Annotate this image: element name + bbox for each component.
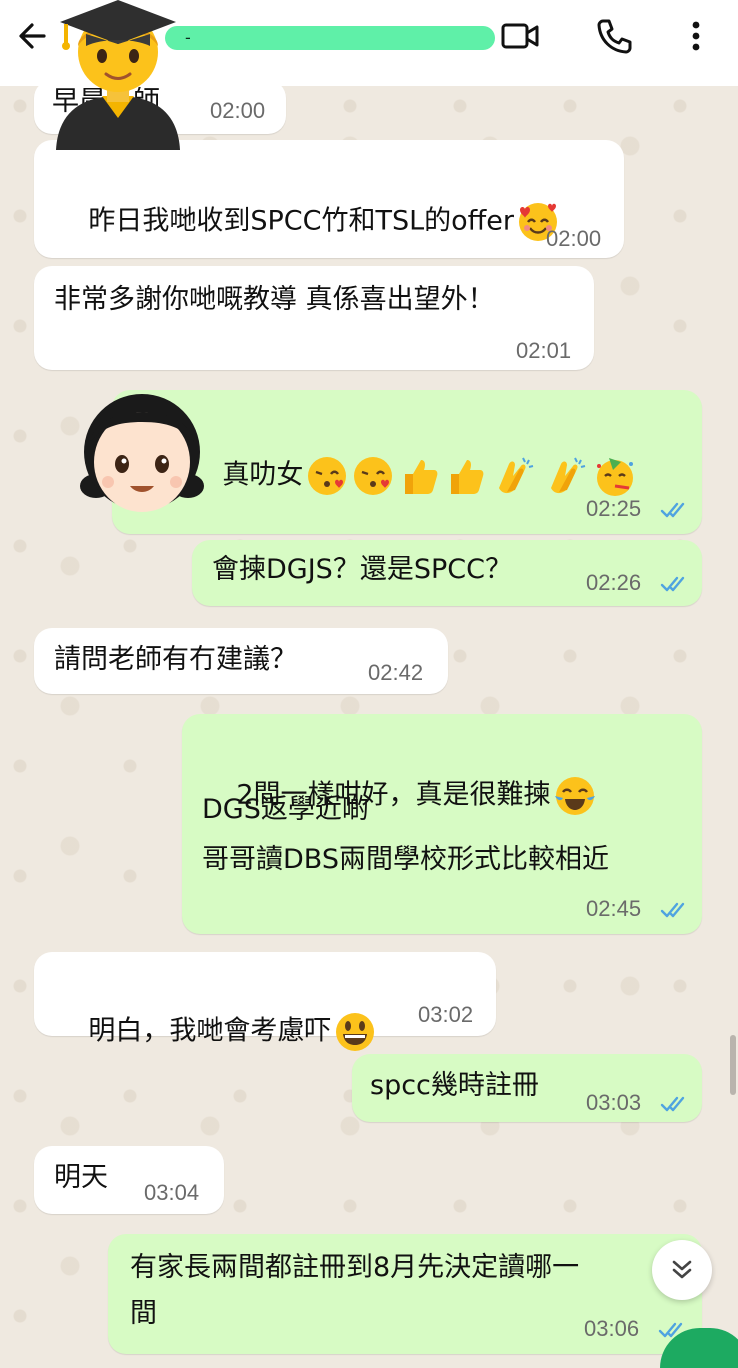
incoming-message[interactable]: 明白，我哋會考慮吓 03:02 [34, 952, 496, 1051]
message-time: 03:06 [584, 1316, 640, 1341]
message-text: 請問老師有冇建議？ [54, 644, 297, 675]
message-line: DGS返學近啲 [202, 794, 369, 825]
message-time: 02:42 [368, 660, 424, 685]
student-emoji-avatar [56, 0, 180, 150]
message-time: 03:02 [418, 1002, 474, 1027]
message-time: 02:01 [516, 338, 572, 363]
kissing-face-icon [308, 457, 347, 495]
message-text: 非常多謝你哋嘅教導 真係喜出望外！ [54, 284, 495, 315]
message-text: 明天 [54, 1162, 108, 1193]
incoming-message[interactable]: 非常多謝你哋嘅教導 真係喜出望外！ 02:01 [34, 266, 594, 370]
read-receipt-icon [660, 902, 685, 918]
thumbs-up-icon [451, 460, 484, 494]
message-time: 02:26 [586, 570, 642, 595]
outgoing-message[interactable]: 2間一樣咁好，真是很難揀 DGS返學近啲 哥哥讀DBS兩間學校形式比較相近 02… [182, 714, 702, 934]
incoming-message[interactable]: 請問老師有冇建議？ 02:42 [34, 628, 448, 694]
message-time: 03:03 [586, 1090, 642, 1115]
message-time: 02:45 [586, 896, 642, 921]
back-arrow-icon[interactable] [14, 18, 50, 54]
message-text: 真叻女 [188, 414, 637, 538]
grinning-face-icon [336, 1013, 375, 1051]
outgoing-message[interactable]: 有家長兩間都註冊到8月先決定讀哪一 間 03:06 [108, 1234, 702, 1354]
partying-face-icon [597, 458, 634, 496]
outgoing-message[interactable]: 會揀DGJS？還是SPCC？ 02:26 [192, 540, 702, 606]
outgoing-message[interactable]: spcc幾時註冊 03:03 [352, 1054, 702, 1122]
message-time: 02:00 [210, 98, 266, 123]
video-call-icon[interactable] [500, 16, 540, 56]
phone-call-icon[interactable] [594, 16, 634, 56]
clapping-hands-icon [499, 457, 534, 494]
message-time: 03:04 [144, 1180, 200, 1205]
girl-emoji-avatar [80, 394, 204, 512]
double-chevron-down-icon [672, 1260, 692, 1279]
thumbs-up-icon [405, 460, 438, 494]
contact-name[interactable]: - [165, 26, 495, 50]
message-line: 哥哥讀DBS兩間學校形式比較相近 [202, 844, 609, 875]
message-time: 02:00 [546, 226, 602, 251]
message-line: 間 [130, 1298, 157, 1329]
scrollbar-thumb[interactable] [730, 1035, 736, 1095]
face-with-tears-of-joy-icon [554, 777, 595, 815]
message-line: 有家長兩間都註冊到8月先決定讀哪一 [130, 1252, 580, 1283]
incoming-message[interactable]: 明天 03:04 [34, 1146, 224, 1214]
kissing-face-icon [354, 457, 393, 495]
message-text: 明白，我哋會考慮吓 [54, 970, 377, 1094]
read-receipt-icon [660, 502, 685, 518]
scroll-to-bottom-button[interactable] [652, 1240, 712, 1300]
message-time: 02:25 [586, 496, 642, 521]
incoming-message[interactable]: 昨日我哋收到SPCC竹和TSL的offer 02:00 [34, 140, 624, 258]
more-menu-icon[interactable] [676, 16, 716, 56]
message-text: 會揀DGJS？還是SPCC？ [212, 554, 512, 585]
message-text: spcc幾時註冊 [370, 1070, 539, 1101]
message-text-content: 明白，我哋會考慮吓 [88, 1015, 332, 1047]
message-text-content: 真叻女 [222, 459, 304, 491]
read-receipt-icon [660, 1096, 685, 1112]
message-text-content: 昨日我哋收到SPCC竹和TSL的offer [88, 205, 514, 237]
clapping-hands-icon [551, 457, 586, 494]
read-receipt-icon [660, 576, 685, 592]
